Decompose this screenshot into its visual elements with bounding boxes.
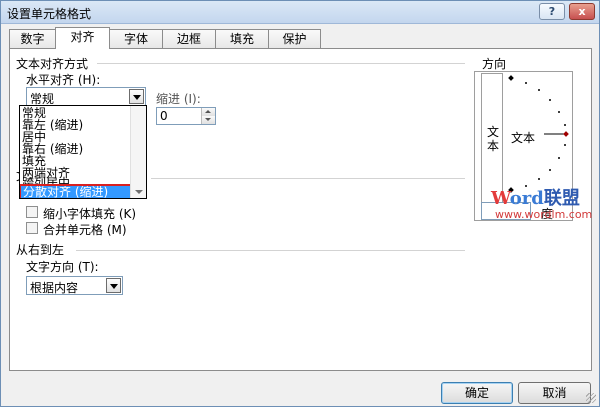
text-direction-value: 根据内容 (30, 281, 79, 295)
help-button[interactable]: ? (539, 3, 565, 20)
right-to-left-divider (76, 250, 465, 251)
watermark-cn: 联盟 (543, 188, 580, 209)
dial-marker-top (508, 75, 514, 81)
text-control-divider (151, 178, 465, 179)
tab-border[interactable]: 边框 (162, 29, 216, 49)
tab-font[interactable]: 字体 (109, 29, 163, 49)
watermark-url: www.wordlm.com (495, 208, 593, 221)
dial-dot (558, 111, 560, 113)
close-button[interactable]: x (569, 3, 595, 20)
watermark-ord: ord (509, 188, 544, 209)
chevron-down-icon[interactable] (129, 89, 144, 104)
text-direction-label: 文字方向 (T): (26, 260, 99, 274)
indent-stepper[interactable]: 0 (156, 107, 216, 125)
merge-cells-label: 合并单元格 (M) (43, 223, 127, 237)
resize-grip[interactable] (586, 393, 596, 403)
dial-dot (525, 82, 527, 84)
format-cells-dialog: 设置单元格格式 ? x 数字 对齐 字体 边框 填充 保护 文本对齐方式 水平对… (0, 0, 600, 407)
text-alignment-section-title: 文本对齐方式 (16, 57, 89, 71)
title-bar: 设置单元格格式 ? x (1, 1, 599, 24)
text-direction-select[interactable]: 根据内容 (26, 276, 123, 295)
dial-dot (558, 157, 560, 159)
watermark-w: W (491, 188, 510, 209)
window-title: 设置单元格格式 (7, 7, 92, 21)
horizontal-alignment-label: 水平对齐 (H): (26, 73, 101, 87)
indent-up-icon[interactable] (201, 108, 215, 116)
shrink-to-fit-checkbox[interactable] (26, 206, 38, 218)
scroll-down-icon[interactable] (135, 190, 143, 194)
horizontal-alignment-list[interactable]: 常规 靠左 (缩进) 居中 靠右 (缩进) 填充 两端对齐 跨列居中 分散对齐 … (19, 105, 147, 199)
tab-protection[interactable]: 保护 (268, 29, 321, 49)
shrink-to-fit-label: 缩小字体填充 (K) (43, 207, 137, 221)
dial-text-label: 文本 (511, 131, 536, 145)
dial-dot (538, 178, 540, 180)
dial-dot (564, 124, 566, 126)
right-to-left-section-title: 从右到左 (16, 243, 65, 257)
indent-value: 0 (160, 109, 168, 123)
dial-handle[interactable] (563, 131, 569, 137)
merge-cells-checkbox[interactable] (26, 222, 38, 234)
horizontal-alignment-select[interactable]: 常规 (26, 87, 146, 106)
dial-dot (549, 99, 551, 101)
orientation-section-title: 方向 (482, 57, 507, 71)
watermark-logo: Word联盟 (491, 184, 580, 210)
dial-dot (564, 144, 566, 146)
indent-label: 缩进 (I): (156, 92, 201, 106)
vertical-text-label: 文本 (487, 125, 500, 153)
list-scrollbar[interactable] (130, 106, 146, 198)
tab-fill[interactable]: 填充 (215, 29, 269, 49)
ok-button[interactable]: 确定 (441, 382, 513, 404)
chevron-down-icon[interactable] (106, 278, 121, 293)
list-item-selected[interactable]: 分散对齐 (缩进) (20, 184, 136, 198)
text-alignment-divider (97, 63, 465, 64)
cancel-button[interactable]: 取消 (518, 382, 591, 404)
dial-dot (549, 169, 551, 171)
indent-down-icon[interactable] (201, 116, 215, 124)
dial-dot (538, 89, 540, 91)
tab-alignment[interactable]: 对齐 (55, 27, 110, 49)
tab-number[interactable]: 数字 (9, 29, 56, 49)
